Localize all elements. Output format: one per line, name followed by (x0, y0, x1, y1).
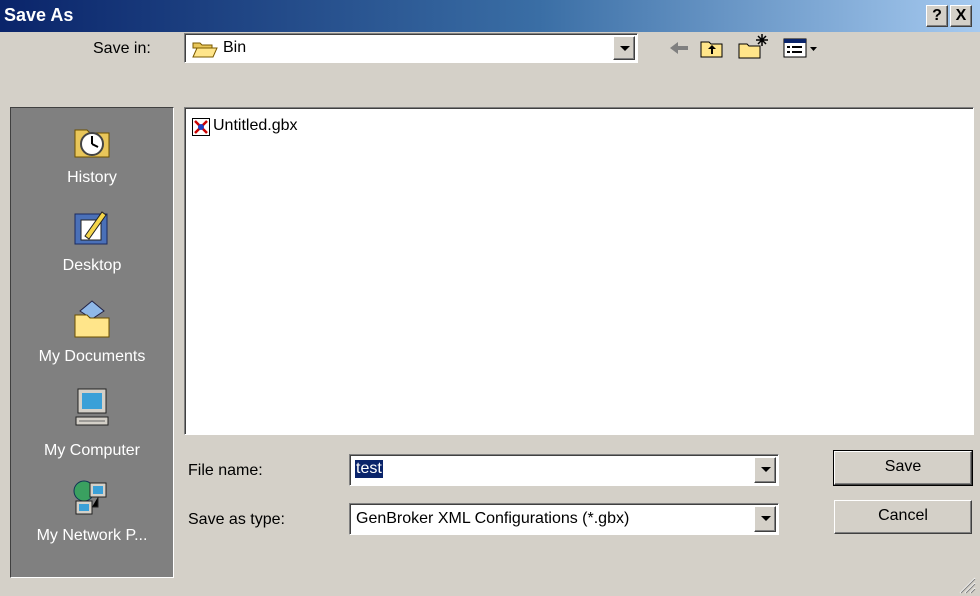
resize-grip-icon[interactable] (956, 574, 976, 594)
file-name-text: Untitled.gbx (213, 117, 298, 134)
places-history[interactable]: History (11, 120, 173, 187)
save-as-type-value: GenBroker XML Configurations (*.gbx) (356, 510, 630, 527)
my-network-places-icon (73, 480, 107, 515)
my-documents-icon (74, 300, 110, 338)
title-bar: Save As ? X (0, 0, 980, 32)
history-icon (74, 129, 110, 158)
file-name-field[interactable]: test (349, 454, 779, 486)
desktop-icon (74, 211, 108, 245)
save-as-type-dropdown[interactable]: GenBroker XML Configurations (*.gbx) (349, 503, 779, 535)
file-name-label: File name: (188, 462, 263, 479)
places-desktop[interactable]: Desktop (11, 208, 173, 275)
help-button[interactable]: ? (926, 5, 948, 27)
close-button[interactable]: X (950, 5, 972, 27)
view-menu-button[interactable] (782, 36, 820, 60)
places-bar: History Desktop My Documents My Computer (10, 107, 174, 578)
places-my-network-label: My Network P... (36, 527, 148, 544)
save-as-type-label: Save as type: (188, 511, 285, 528)
file-name-dropdown-button[interactable] (754, 457, 776, 483)
gbx-file-icon (192, 118, 210, 136)
places-desktop-label: Desktop (62, 257, 122, 274)
places-my-computer[interactable]: My Computer (11, 387, 173, 460)
save-button[interactable]: Save (833, 450, 973, 486)
save-in-label: Save in: (93, 40, 151, 57)
places-my-documents[interactable]: My Documents (11, 299, 173, 366)
back-button[interactable] (666, 36, 694, 60)
open-folder-icon (192, 42, 218, 58)
my-computer-icon (75, 388, 109, 426)
file-list[interactable]: Untitled.gbx (184, 107, 974, 435)
places-history-label: History (67, 169, 117, 186)
view-menu-icon (783, 38, 817, 58)
new-folder-button[interactable] (736, 32, 770, 60)
back-arrow-icon (670, 42, 688, 54)
up-folder-button[interactable] (698, 36, 726, 60)
save-as-type-dropdown-button[interactable] (754, 506, 776, 532)
places-my-computer-label: My Computer (43, 442, 141, 459)
cancel-button[interactable]: Cancel (834, 500, 972, 534)
save-in-value: Bin (223, 39, 247, 56)
places-my-documents-label: My Documents (38, 348, 146, 365)
up-folder-icon (700, 41, 723, 58)
file-name-input[interactable]: test (355, 460, 383, 478)
window-title: Save As (4, 5, 74, 25)
places-my-network[interactable]: My Network P... (11, 479, 173, 545)
save-in-dropdown[interactable]: Bin (184, 33, 638, 63)
new-folder-icon (738, 34, 768, 59)
save-in-dropdown-button[interactable] (613, 36, 635, 60)
